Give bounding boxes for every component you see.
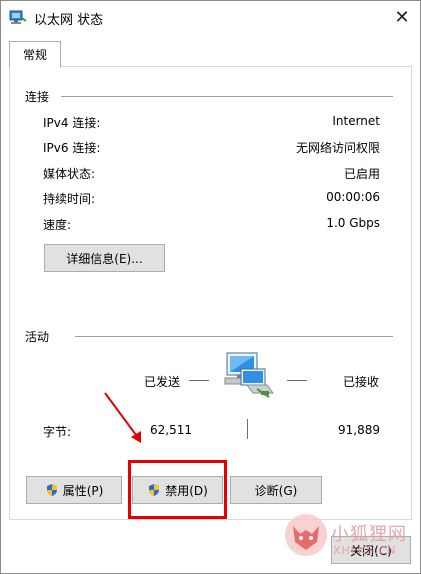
duration-value: 00:00:06 [326,190,380,204]
watermark-text-en: XHLKS.CN [333,544,397,557]
highlight-box [128,460,227,519]
sent-line [189,380,209,381]
media-state-value: 已启用 [343,167,380,181]
tab-general[interactable]: 常规 [9,41,61,67]
received-line [287,380,307,381]
annotation-arrow [104,392,141,443]
received-label: 已接收 [343,375,380,389]
ipv6-label: IPv6 连接: [43,141,101,155]
diagnose-button[interactable]: 诊断(G) [230,476,322,504]
media-state-label: 媒体状态: [43,167,96,181]
close-icon: ✕ [394,6,410,28]
status-window: 以太网 状态 ✕ 常规 连接 IPv4 连接: Internet IPv6 连接… [0,0,421,574]
network-computers-icon [224,352,274,398]
details-button[interactable]: 详细信息(E)... [44,244,165,272]
watermark: 小狐狸网 XHLKS.CN [283,506,413,566]
bytes-divider [247,419,248,439]
ipv4-value: Internet [332,114,380,128]
general-panel [9,66,412,520]
bytes-label: 字节: [43,425,72,439]
ipv6-value: 无网络访问权限 [295,141,380,155]
connection-section-title: 连接 [25,90,50,104]
window-close-button[interactable]: ✕ [384,1,420,33]
ipv4-label: IPv4 连接: [43,116,101,130]
connection-separator [61,96,393,97]
speed-label: 速度: [43,218,72,232]
activity-separator [75,336,393,337]
duration-label: 持续时间: [43,192,96,206]
title-bar: 以太网 状态 ✕ [1,1,420,33]
window-title: 以太网 状态 [34,13,104,28]
fox-logo-icon [285,514,327,556]
properties-button[interactable]: 属性(P) [26,476,122,504]
shield-icon [46,484,57,496]
sent-label: 已发送 [144,375,181,389]
network-adapter-icon [9,10,27,24]
speed-value: 1.0 Gbps [326,216,380,230]
activity-section-title: 活动 [25,330,50,344]
watermark-text-cn: 小狐狸网 [331,524,407,545]
properties-label: 属性(P) [62,483,104,498]
bytes-received-value: 91,889 [338,423,380,437]
bytes-sent-value: 62,511 [150,423,192,437]
